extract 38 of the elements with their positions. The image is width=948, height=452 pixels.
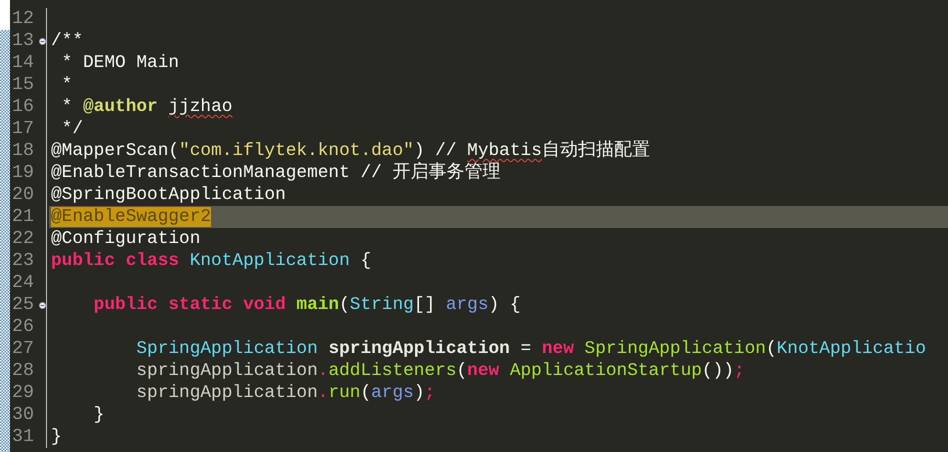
code-line: @EnableTransactionManagement // 开启事务管理: [50, 162, 500, 184]
code-line: }: [50, 426, 62, 448]
line-number: 31: [11, 426, 35, 448]
code-line: * @author jjzhao: [60, 96, 232, 118]
line-number: 14: [11, 52, 35, 74]
line-number: 29: [11, 382, 35, 404]
line-number: 28: [11, 360, 35, 382]
code-line: */: [60, 118, 84, 140]
line-number: 15: [11, 74, 35, 96]
code-line: @Configuration: [50, 228, 200, 250]
line-number: 26: [11, 316, 35, 338]
line-number: 20: [11, 184, 35, 206]
line-number: 27: [11, 338, 35, 360]
line-number: 17: [11, 118, 35, 140]
code-line: public static void main(String[] args) {: [92, 294, 521, 316]
code-line: }: [92, 404, 104, 426]
line-number: 30: [11, 404, 35, 426]
line-number: 13: [11, 30, 35, 52]
line-number: 24: [11, 272, 35, 294]
line-number: 16: [11, 96, 35, 118]
line-number: 19: [11, 162, 35, 184]
code-line: @MapperScan("com.iflytek.knot.dao") // Mybatis 自动扫描配置: [50, 140, 650, 162]
code-line: springApplication.run(args);: [135, 382, 436, 404]
code-line: /**: [50, 30, 84, 52]
code-line: *: [60, 74, 72, 96]
line-number: 25: [11, 294, 35, 316]
minus-circle-icon[interactable]: [39, 302, 46, 308]
line-number: 22: [11, 228, 35, 250]
line-number: 18: [11, 140, 35, 162]
code-line: springApplication.addListeners(new ApplicationStartup());: [135, 360, 745, 382]
minus-circle-icon[interactable]: [39, 38, 46, 44]
line-number: 12: [11, 8, 35, 30]
line-number: 21: [11, 206, 35, 228]
code-line: @SpringBootApplication: [50, 184, 286, 206]
code-line: * DEMO Main: [60, 52, 180, 74]
code-line: public class KnotApplication {: [50, 250, 372, 272]
code-line: SpringApplication springApplication = new SpringApplication(KnotApplicatio: [135, 338, 926, 360]
line-number: 23: [11, 250, 35, 272]
